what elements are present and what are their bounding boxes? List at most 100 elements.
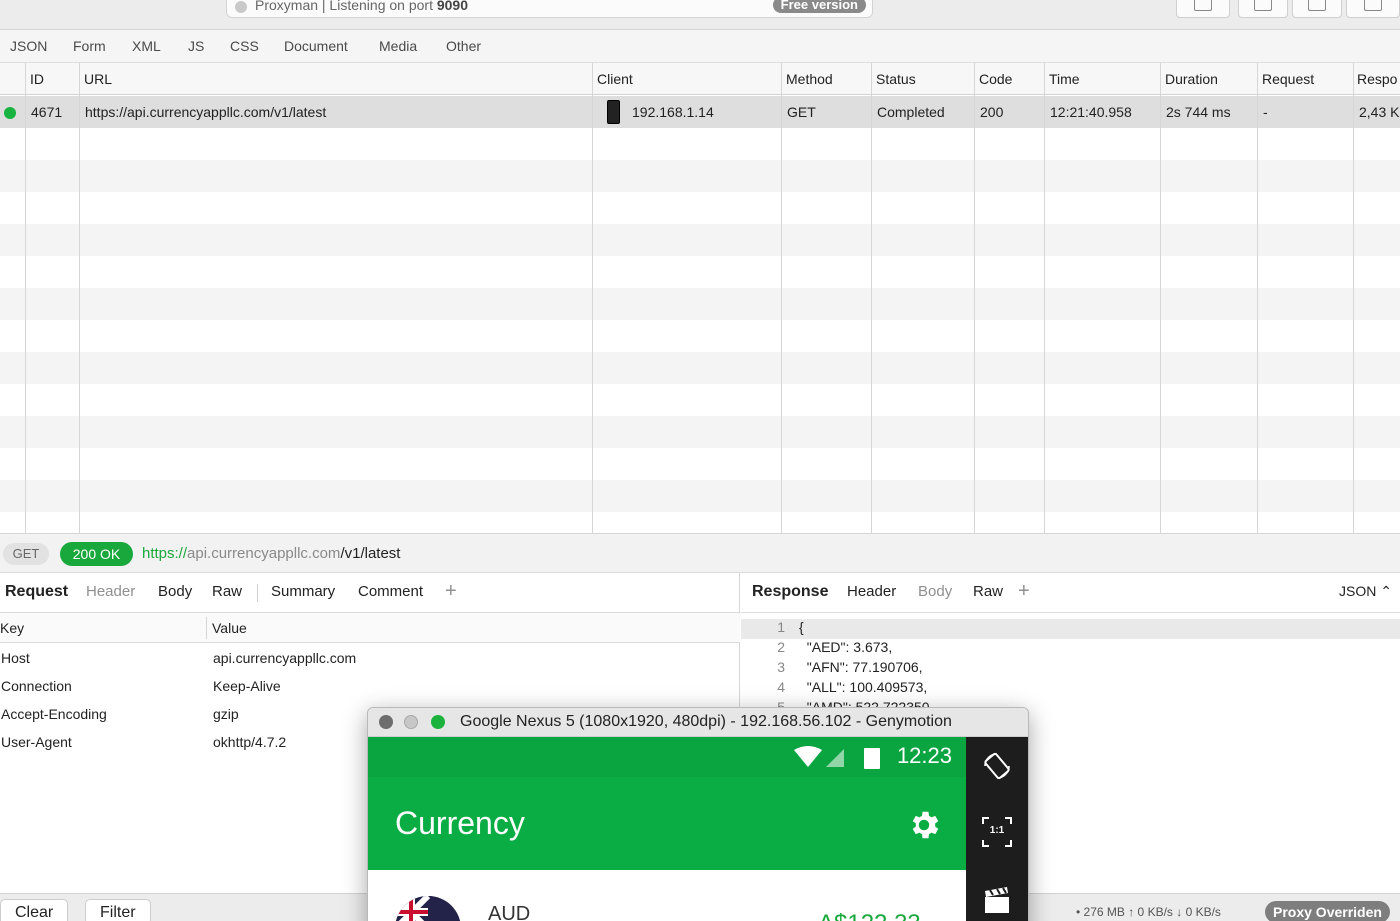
headers-table-header: Key Value	[0, 613, 740, 643]
android-status-bar: 12:23	[368, 737, 966, 777]
window-icon	[1194, 0, 1212, 11]
column-id[interactable]: ID	[30, 71, 44, 87]
column-method[interactable]: Method	[786, 71, 833, 87]
empty-row	[0, 480, 1400, 512]
request-tab-comment[interactable]: Comment	[358, 583, 423, 600]
filter-other[interactable]: Other	[446, 38, 481, 54]
response-tab-header[interactable]: Header	[847, 583, 896, 600]
add-tab-icon[interactable]: +	[445, 580, 457, 603]
header-key: Connection	[1, 678, 72, 694]
column-url[interactable]: URL	[84, 71, 112, 87]
bottom-panel-toggle[interactable]	[1292, 0, 1342, 18]
format-selector[interactable]: JSON ⌃	[1339, 583, 1392, 600]
app-toolbar: Currency	[368, 777, 966, 870]
close-window-button[interactable]	[379, 715, 393, 729]
right-panel-icon	[1364, 0, 1382, 11]
empty-row	[0, 448, 1400, 480]
device-phone-icon	[607, 100, 620, 124]
status-code-badge: 200 OK	[60, 542, 133, 566]
header-value: gzip	[213, 706, 239, 722]
code-line: 4 "ALL": 100.409573,	[741, 679, 1400, 699]
chevron-updown-icon: ⌃	[1380, 583, 1392, 599]
url-host: api.currencyappllc.com	[187, 545, 341, 562]
code-text: {	[799, 619, 804, 635]
filter-button[interactable]: Filter	[85, 899, 151, 921]
empty-row	[0, 288, 1400, 320]
filter-form[interactable]: Form	[73, 38, 106, 54]
filter-json[interactable]: JSON	[10, 38, 47, 54]
australia-flag-icon	[395, 896, 461, 921]
emulator-title: Google Nexus 5 (1080x1920, 480dpi) - 192…	[460, 713, 952, 730]
empty-row	[0, 160, 1400, 192]
license-badge[interactable]: Free version	[772, 0, 866, 13]
empty-row	[0, 512, 1400, 533]
header-value: Keep-Alive	[213, 678, 281, 694]
column-duration[interactable]: Duration	[1165, 71, 1218, 87]
proxy-status-badge[interactable]: Proxy Overriden	[1265, 901, 1390, 921]
row-method: GET	[787, 104, 816, 120]
minimize-window-button[interactable]	[404, 715, 418, 729]
android-clock: 12:23	[896, 743, 952, 768]
empty-row	[0, 224, 1400, 256]
row-url: https://api.currencyappllc.com/v1/latest	[85, 104, 327, 120]
row-duration: 2s 744 ms	[1166, 104, 1231, 120]
filter-js[interactable]: JS	[188, 38, 204, 54]
column-divider	[974, 63, 975, 533]
header-row[interactable]: Connection Keep-Alive	[0, 673, 740, 701]
request-tab-header[interactable]: Header	[86, 583, 135, 600]
key-column-header: Key	[0, 620, 25, 636]
battery-icon	[864, 748, 880, 769]
column-time[interactable]: Time	[1049, 71, 1080, 87]
proxyman-window: Proxyman | Listening on port 9090 Free v…	[0, 0, 1400, 921]
filter-media[interactable]: Media	[379, 38, 417, 54]
pixel-perfect-icon[interactable]: 1:1	[980, 815, 1014, 849]
column-code[interactable]: Code	[979, 71, 1012, 87]
filter-document[interactable]: Document	[284, 38, 348, 54]
window-layout-button[interactable]	[1176, 0, 1230, 18]
table-row[interactable]: 4671 https://api.currencyappllc.com/v1/l…	[0, 96, 1400, 128]
add-tab-icon[interactable]: +	[1018, 580, 1030, 603]
url-path: /v1/latest	[340, 545, 401, 562]
screen-record-icon[interactable]	[980, 883, 1014, 917]
request-tabbar: Request Header Body Raw Summary Comment …	[0, 573, 739, 613]
filter-xml[interactable]: XML	[132, 38, 161, 54]
currency-list[interactable]: AUD A$122.33	[368, 870, 966, 921]
left-panel-toggle[interactable]	[1238, 0, 1288, 18]
response-title: Response	[752, 583, 829, 600]
right-panel-toggle[interactable]	[1346, 0, 1400, 18]
column-status[interactable]: Status	[876, 71, 916, 87]
clear-button[interactable]: Clear	[0, 899, 69, 921]
empty-row	[0, 192, 1400, 224]
empty-row	[0, 352, 1400, 384]
value-column-header: Value	[212, 620, 247, 636]
app-title: Currency	[395, 805, 525, 841]
header-key: Host	[1, 650, 30, 666]
request-tab-body[interactable]: Body	[158, 583, 192, 600]
empty-row	[0, 320, 1400, 352]
status-pill: Proxyman | Listening on port 9090 Free v…	[226, 0, 873, 18]
request-url[interactable]: https://api.currencyappllc.com/v1/latest	[142, 545, 400, 562]
column-client[interactable]: Client	[597, 71, 633, 87]
android-screen[interactable]: 12:23 Currency AUD A$122.33	[368, 737, 966, 921]
filter-css[interactable]: CSS	[230, 38, 259, 54]
column-request[interactable]: Request	[1262, 71, 1314, 87]
line-number: 3	[777, 659, 785, 675]
request-title: Request	[5, 583, 69, 600]
settings-gear-icon[interactable]	[906, 807, 942, 843]
row-code: 200	[980, 104, 1004, 120]
column-response[interactable]: Respo	[1357, 71, 1397, 87]
rotate-device-icon[interactable]	[980, 749, 1014, 783]
header-row[interactable]: Host api.currencyappllc.com	[0, 645, 740, 673]
zoom-window-button[interactable]	[431, 715, 445, 729]
row-time: 12:21:40.958	[1050, 104, 1132, 120]
empty-row	[0, 384, 1400, 416]
column-divider	[25, 63, 26, 533]
request-tab-summary[interactable]: Summary	[271, 583, 335, 600]
response-tab-body[interactable]: Body	[918, 583, 952, 600]
line-number: 1	[777, 619, 785, 635]
response-tab-raw[interactable]: Raw	[973, 583, 1003, 600]
request-tab-raw[interactable]: Raw	[212, 583, 242, 600]
column-divider	[206, 617, 207, 639]
completed-status-icon	[4, 107, 16, 119]
code-text: "ALL": 100.409573,	[799, 679, 928, 695]
